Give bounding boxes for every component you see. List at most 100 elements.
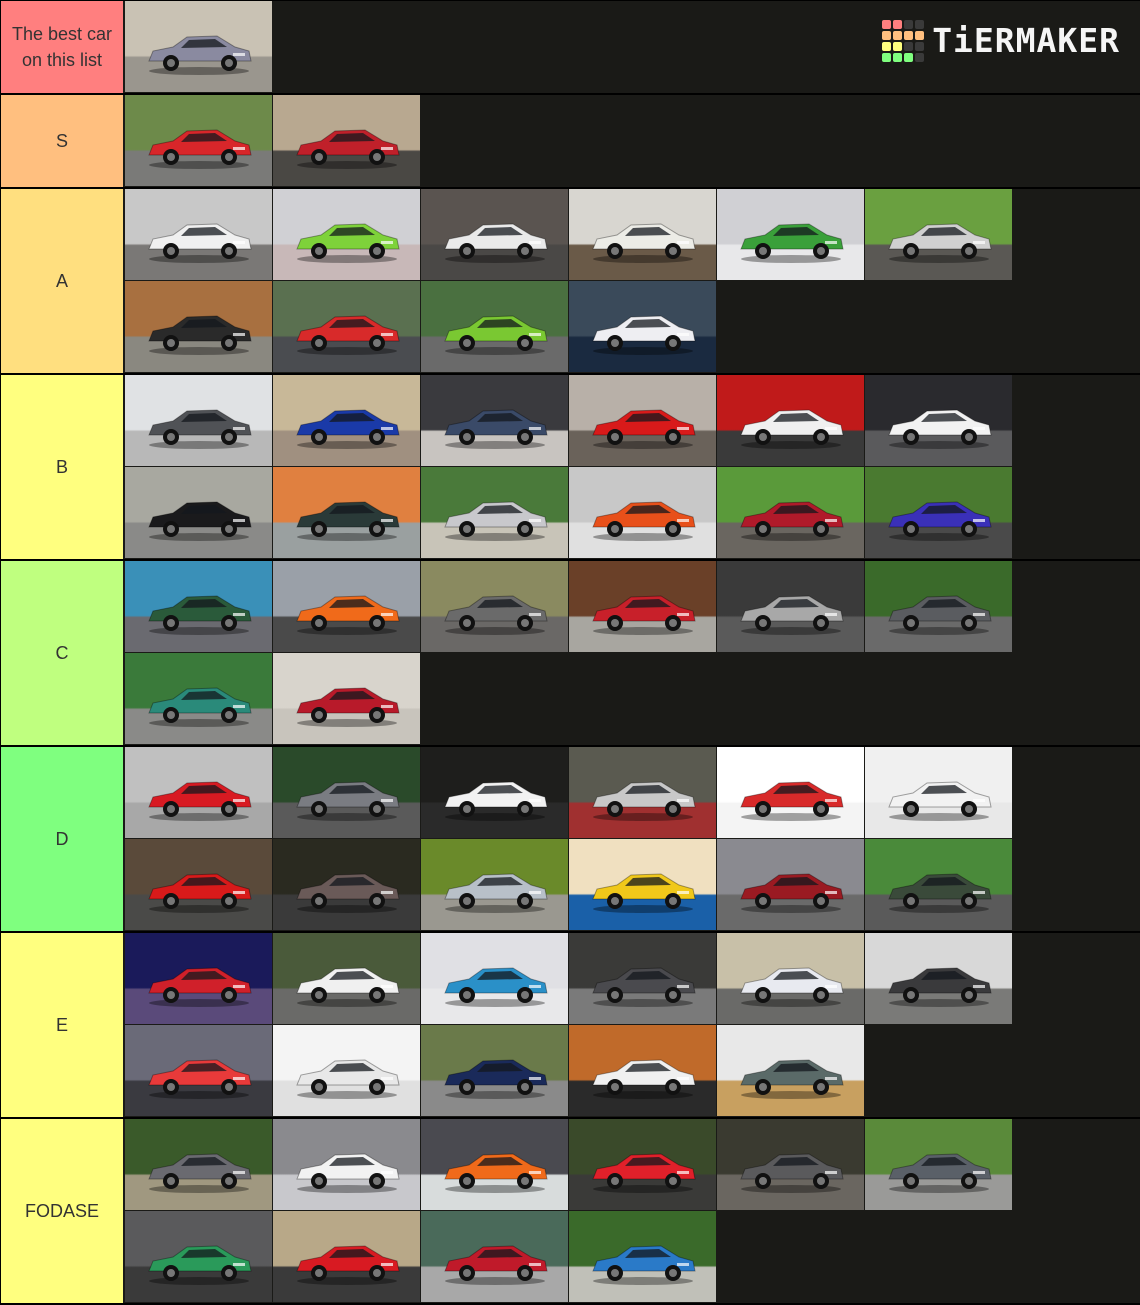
car-tile[interactable] [569, 839, 716, 930]
car-tile[interactable] [125, 747, 272, 838]
car-tile[interactable] [125, 189, 272, 280]
car-tile[interactable] [273, 375, 420, 466]
car-tile[interactable] [273, 281, 420, 372]
car-tile[interactable] [569, 375, 716, 466]
car-image [291, 681, 403, 727]
logo-grid-cell [882, 53, 892, 62]
car-tile[interactable] [569, 189, 716, 280]
car-image [735, 589, 847, 635]
tier-label[interactable]: A [0, 189, 124, 373]
car-image [143, 867, 255, 913]
car-tile[interactable] [569, 561, 716, 652]
tier-list: The best car on this list S A B C D E FO… [0, 0, 1140, 1305]
tier-items [124, 747, 1015, 931]
car-image [735, 867, 847, 913]
car-tile[interactable] [125, 1119, 272, 1210]
car-tile[interactable] [717, 467, 864, 558]
tier-items [124, 189, 1015, 373]
car-tile[interactable] [125, 933, 272, 1024]
car-image [143, 29, 255, 75]
car-image [883, 403, 995, 449]
car-tile[interactable] [273, 1211, 420, 1302]
car-tile[interactable] [125, 653, 272, 744]
logo-grid-cell [915, 20, 925, 29]
car-tile[interactable] [273, 1119, 420, 1210]
tier-row-e: E [0, 933, 1140, 1119]
tier-label[interactable]: S [0, 95, 124, 187]
car-tile[interactable] [273, 839, 420, 930]
car-tile[interactable] [421, 189, 568, 280]
car-tile[interactable] [421, 561, 568, 652]
car-tile[interactable] [125, 1211, 272, 1302]
car-tile[interactable] [865, 747, 1012, 838]
car-tile[interactable] [421, 375, 568, 466]
car-tile[interactable] [865, 189, 1012, 280]
car-tile[interactable] [273, 1025, 420, 1116]
car-tile[interactable] [273, 95, 420, 186]
car-image [587, 1239, 699, 1285]
car-tile[interactable] [421, 933, 568, 1024]
car-tile[interactable] [717, 1119, 864, 1210]
car-tile[interactable] [125, 95, 272, 186]
car-tile[interactable] [421, 1119, 568, 1210]
car-tile[interactable] [569, 933, 716, 1024]
car-tile[interactable] [569, 747, 716, 838]
car-tile[interactable] [717, 747, 864, 838]
tier-row-s: S [0, 95, 1140, 189]
car-image [143, 309, 255, 355]
tier-label[interactable]: D [0, 747, 124, 931]
logo-grid-cell [915, 42, 925, 51]
car-image [439, 589, 551, 635]
tier-items [124, 561, 1015, 745]
car-image [143, 1053, 255, 1099]
car-tile[interactable] [865, 1119, 1012, 1210]
tier-label[interactable]: C [0, 561, 124, 745]
car-tile[interactable] [125, 375, 272, 466]
car-tile[interactable] [421, 467, 568, 558]
car-tile[interactable] [717, 933, 864, 1024]
car-tile[interactable] [273, 653, 420, 744]
logo-grid-cell [904, 20, 914, 29]
car-tile[interactable] [421, 839, 568, 930]
car-tile[interactable] [421, 1025, 568, 1116]
car-tile[interactable] [125, 1, 272, 92]
car-tile[interactable] [273, 189, 420, 280]
car-tile[interactable] [865, 467, 1012, 558]
car-image [291, 217, 403, 263]
car-tile[interactable] [865, 375, 1012, 466]
car-tile[interactable] [717, 189, 864, 280]
tier-label[interactable]: The best car on this list [0, 1, 124, 93]
car-tile[interactable] [273, 747, 420, 838]
car-tile[interactable] [125, 467, 272, 558]
car-tile[interactable] [421, 747, 568, 838]
car-tile[interactable] [125, 1025, 272, 1116]
car-tile[interactable] [569, 1119, 716, 1210]
car-tile[interactable] [125, 561, 272, 652]
logo-grid-cell [882, 42, 892, 51]
tiermaker-logo[interactable]: TiERMAKER [882, 20, 1120, 62]
car-tile[interactable] [273, 933, 420, 1024]
car-tile[interactable] [865, 933, 1012, 1024]
car-tile[interactable] [421, 281, 568, 372]
logo-grid-cell [893, 53, 903, 62]
tier-label[interactable]: B [0, 375, 124, 559]
car-tile[interactable] [865, 839, 1012, 930]
car-tile[interactable] [569, 281, 716, 372]
car-tile[interactable] [717, 839, 864, 930]
car-tile[interactable] [421, 1211, 568, 1302]
car-tile[interactable] [717, 1025, 864, 1116]
car-tile[interactable] [569, 467, 716, 558]
car-tile[interactable] [569, 1211, 716, 1302]
car-tile[interactable] [273, 561, 420, 652]
car-tile[interactable] [569, 1025, 716, 1116]
tier-label[interactable]: E [0, 933, 124, 1117]
car-tile[interactable] [125, 839, 272, 930]
car-tile[interactable] [125, 281, 272, 372]
tier-label[interactable]: FODASE [0, 1119, 124, 1303]
car-tile[interactable] [273, 467, 420, 558]
car-tile[interactable] [717, 375, 864, 466]
car-image [883, 1147, 995, 1193]
car-image [291, 775, 403, 821]
car-tile[interactable] [865, 561, 1012, 652]
car-tile[interactable] [717, 561, 864, 652]
